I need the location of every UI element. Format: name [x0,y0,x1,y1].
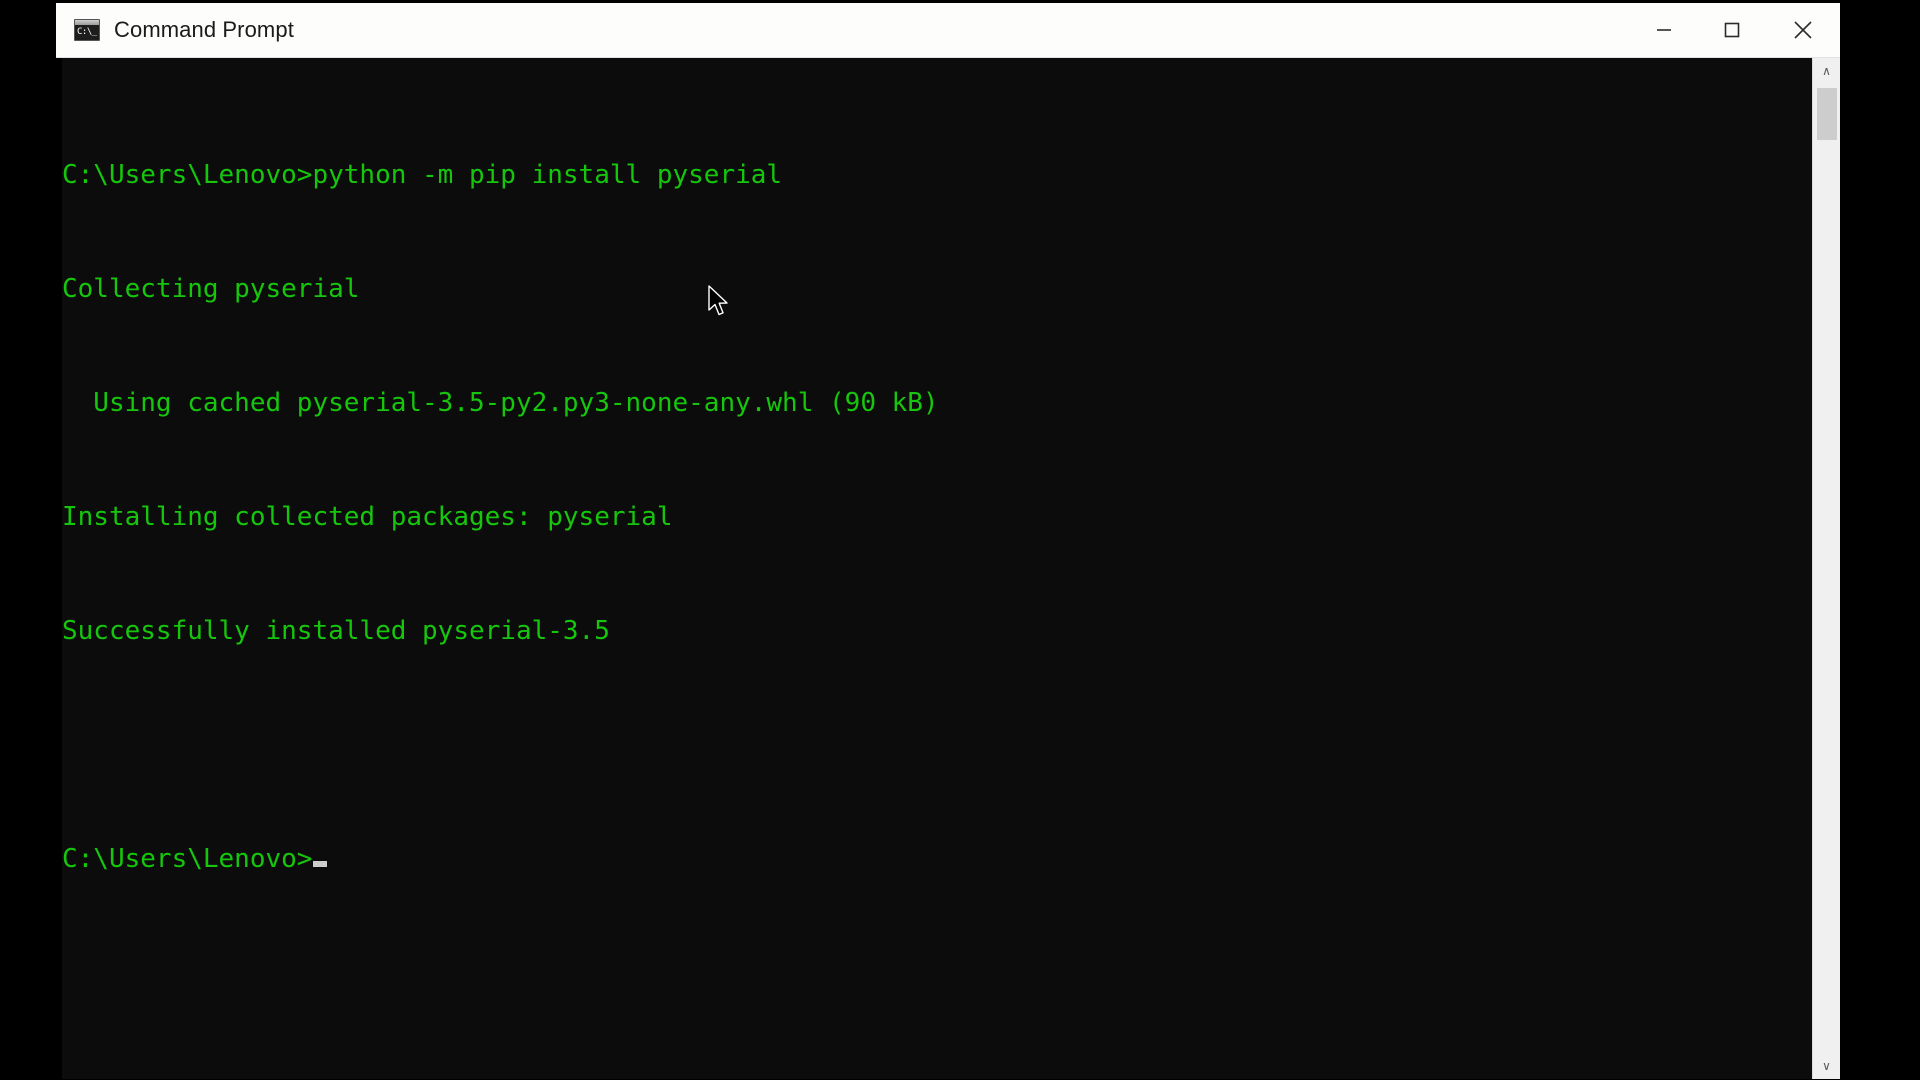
terminal-output-area[interactable]: C:\Users\Lenovo>python -m pip install py… [56,58,1840,1079]
minimize-icon [1657,29,1671,31]
scroll-down-arrow-icon[interactable]: ∨ [1813,1053,1840,1079]
terminal-line: Using cached pyserial-3.5-py2.py3-none-a… [62,388,939,418]
command-prompt-window: C:\_ Command Prompt C:\Users\Lenovo>pyth… [56,3,1840,1079]
minimize-button[interactable] [1630,3,1698,57]
command-prompt-icon-text: C:\_ [77,27,97,37]
close-icon [1794,21,1812,39]
maximize-icon [1724,22,1740,38]
close-button[interactable] [1766,3,1840,57]
terminal-line: C:\Users\Lenovo>python -m pip install py… [62,160,783,190]
scrollbar-thumb[interactable] [1817,88,1837,140]
terminal-line: Installing collected packages: pyserial [62,502,673,532]
terminal-text-buffer: C:\Users\Lenovo>python -m pip install py… [62,80,1800,1079]
terminal-prompt-text: C:\Users\Lenovo> [62,844,313,874]
window-controls [1630,3,1840,57]
window-title-bar[interactable]: C:\_ Command Prompt [56,3,1840,58]
window-title: Command Prompt [114,17,294,42]
maximize-button[interactable] [1698,3,1766,57]
desktop-backdrop: C:\_ Command Prompt C:\Users\Lenovo>pyth… [0,0,1920,1080]
command-prompt-icon: C:\_ [74,19,100,41]
title-bar-left-group: C:\_ Command Prompt [56,3,294,57]
terminal-line: Collecting pyserial [62,274,360,304]
scroll-up-arrow-icon[interactable]: ∧ [1813,58,1840,84]
terminal-cursor [313,861,328,867]
scrollbar-track[interactable] [1813,84,1840,1053]
vertical-scrollbar[interactable]: ∧ ∨ [1812,58,1840,1079]
terminal-prompt-line: C:\Users\Lenovo> [62,840,1800,878]
terminal-line: Successfully installed pyserial-3.5 [62,616,610,646]
